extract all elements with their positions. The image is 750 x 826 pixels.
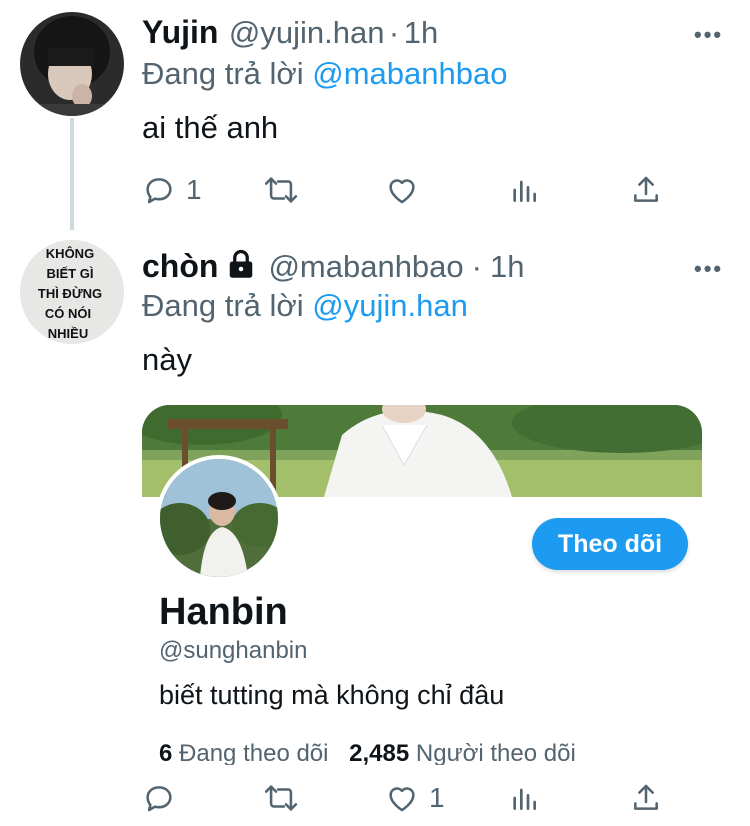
tweet-2-separator: · (471, 248, 482, 284)
tweet-1-more-icon[interactable]: ••• (694, 22, 723, 48)
tweet-1-handle[interactable]: @yujin.han (229, 15, 385, 50)
tweet-2-retweet-button[interactable] (262, 781, 300, 815)
like-icon (385, 781, 419, 815)
tweet-1-like-button[interactable] (385, 173, 419, 207)
following-count[interactable]: 6 (159, 740, 172, 765)
lock-icon (226, 249, 256, 284)
tweet-1-separator: · (388, 15, 400, 50)
tweet-2-more-icon[interactable]: ••• (694, 256, 723, 282)
avatar-text-line-2: BIẾT GÌ (47, 266, 94, 281)
share-icon (630, 173, 662, 207)
share-icon (630, 781, 662, 815)
tweet-1-reply-count: 1 (186, 174, 202, 205)
followers-count[interactable]: 2,485 (349, 740, 409, 765)
tweet-2-reply-button[interactable] (142, 781, 186, 815)
tweet-1-analytics-button[interactable] (508, 173, 540, 207)
tweet-2-like-button[interactable]: 1 (385, 781, 445, 815)
avatar-text-line-1: KHÔNG (46, 246, 94, 261)
profile-card-avatar[interactable] (156, 455, 282, 581)
tweet-1-replying-prefix: Đang trả lời (142, 56, 304, 91)
tweet-2-text: này (142, 342, 192, 377)
retweet-icon (262, 781, 300, 815)
tweet-2-replying-prefix: Đang trả lời (142, 288, 304, 323)
profile-card-bio: biết tutting mà không chỉ đâu (159, 680, 505, 710)
tweet-2-author-name[interactable]: chòn (142, 248, 218, 285)
analytics-icon (508, 173, 540, 207)
tweet-2-mention[interactable]: @yujin.han (312, 288, 468, 323)
tweet-2-like-count: 1 (429, 782, 445, 813)
follow-button[interactable]: Theo dõi (532, 518, 688, 570)
retweet-icon (262, 173, 300, 207)
tweet-1-share-button[interactable] (630, 173, 662, 207)
avatar-text-line-5: NHIỀU (48, 326, 88, 341)
tweet-2-header: chòn @mabanhbao · 1h (142, 248, 524, 285)
profile-card-handle[interactable]: @sunghanbin (159, 637, 307, 665)
avatar-text-line-3: THÌ ĐỪNG (38, 286, 102, 301)
profile-card-name[interactable]: Hanbin (159, 591, 288, 634)
profile-card-stats: 6 Đang theo dõi 2,485 Người theo dõi (159, 740, 576, 765)
tweet-1-time[interactable]: 1h (404, 15, 438, 50)
avatar-chon[interactable]: KHÔNG BIẾT GÌ THÌ ĐỪNG CÓ NÓI NHIỀU (20, 240, 124, 344)
tweet-1-mention[interactable]: @mabanhbao (312, 56, 507, 91)
tweet-1-text: ai thế anh (142, 110, 279, 145)
following-label[interactable]: Đang theo dõi (179, 740, 328, 765)
tweet-1-reply-button[interactable]: 1 (142, 173, 202, 207)
tweet-2-time[interactable]: 1h (490, 249, 524, 285)
tweet-1-retweet-button[interactable] (262, 173, 300, 207)
like-icon (385, 173, 419, 207)
followers-label[interactable]: Người theo dõi (416, 740, 576, 765)
avatar-yujin[interactable] (20, 12, 124, 116)
tweet-1-header: Yujin @yujin.han · 1h (142, 14, 438, 51)
thread-line (70, 118, 74, 230)
tweet-2-share-button[interactable] (630, 781, 662, 815)
analytics-icon (508, 781, 540, 815)
reply-icon (142, 781, 176, 815)
profile-card[interactable]: Theo dõi Hanbin @sunghanbin biết tutting… (142, 405, 702, 765)
tweet-2-replying-to: Đang trả lời @yujin.han (142, 288, 468, 324)
avatar-text-line-4: CÓ NÓI (45, 306, 91, 321)
tweet-1-author-name[interactable]: Yujin (142, 14, 218, 50)
tweet-1-replying-to: Đang trả lời @mabanhbao (142, 56, 507, 92)
tweet-2-handle[interactable]: @mabanhbao (268, 249, 463, 285)
reply-icon (142, 173, 176, 207)
tweet-2-analytics-button[interactable] (508, 781, 540, 815)
